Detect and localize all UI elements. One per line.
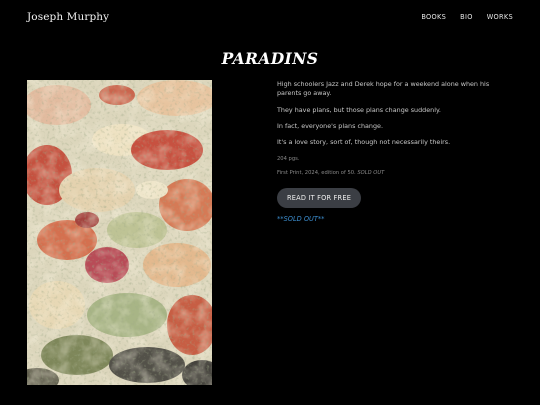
edition-prefix: First Print, 2024, edition of 50. xyxy=(277,169,356,176)
edition-info: First Print, 2024, edition of 50. SOLD O… xyxy=(277,169,515,177)
book-cover-image xyxy=(27,80,212,385)
book-description: High schoolers Jazz and Derek hope for a… xyxy=(277,80,515,223)
description-paragraph: It's a love story, sort of, though not n… xyxy=(277,138,451,147)
nav-works[interactable]: WORKS xyxy=(487,13,513,21)
main-nav: BOOKS BIO WORKS xyxy=(421,13,513,21)
page-title: PARADINS xyxy=(221,49,319,68)
page-count: 204 pgs. xyxy=(277,155,300,162)
nav-bio[interactable]: BIO xyxy=(460,13,473,21)
description-paragraph: In fact, everyone's plans change. xyxy=(277,121,383,130)
nav-books[interactable]: BOOKS xyxy=(421,13,446,21)
read-for-free-button[interactable]: READ IT FOR FREE xyxy=(277,187,362,208)
description-paragraph: High schoolers Jazz and Derek hope for a… xyxy=(277,80,490,98)
sold-out-note: **SOLD OUT** xyxy=(277,214,325,223)
site-title[interactable]: Joseph Murphy xyxy=(27,11,109,23)
description-paragraph: They have plans, but those plans change … xyxy=(277,105,441,114)
edition-status: SOLD OUT xyxy=(357,169,385,176)
